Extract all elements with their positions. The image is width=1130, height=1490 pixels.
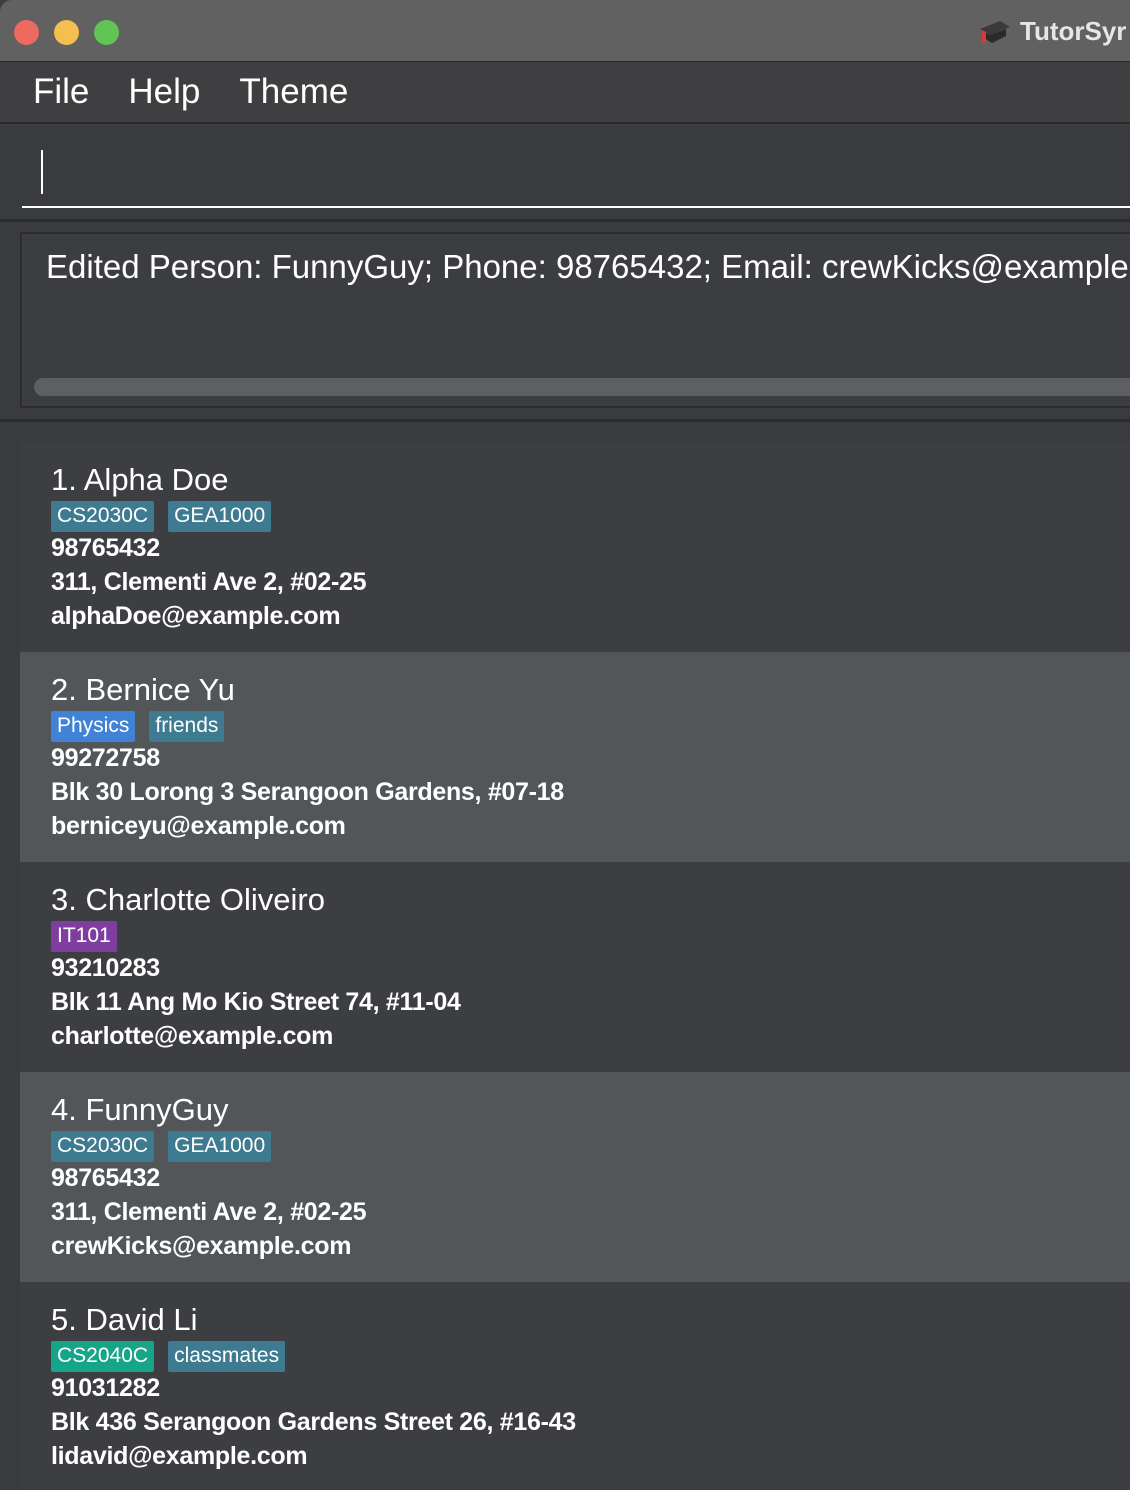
tag: GEA1000	[168, 1131, 272, 1162]
person-address: Blk 11 Ang Mo Kio Street 74, #11-04	[51, 988, 461, 1016]
person-email: alphaDoe@example.com	[51, 602, 341, 630]
minimize-window-button[interactable]	[54, 20, 79, 45]
command-input[interactable]	[22, 144, 1130, 208]
person-email: charlotte@example.com	[51, 1022, 334, 1050]
menu-file[interactable]: File	[33, 72, 89, 112]
person-name: 5. David Li	[51, 1302, 198, 1337]
tag-list: CS2030C GEA1000	[51, 1131, 285, 1162]
person-phone: 98765432	[51, 1164, 160, 1192]
person-list[interactable]: 1. Alpha Doe CS2030C GEA1000 98765432 31…	[0, 422, 1130, 1490]
person-name: 1. Alpha Doe	[51, 462, 229, 497]
window-title-group: TutorSyr	[978, 14, 1126, 48]
person-email: berniceyu@example.com	[51, 812, 346, 840]
person-address: Blk 30 Lorong 3 Serangoon Gardens, #07-1…	[51, 778, 564, 806]
person-address: 311, Clementi Ave 2, #02-25	[51, 568, 367, 596]
person-phone: 93210283	[51, 954, 160, 982]
tag: classmates	[168, 1341, 286, 1372]
app-window: TutorSyr File Help Theme Edited Person: …	[0, 0, 1130, 1490]
tag: Physics	[51, 711, 136, 742]
person-name: 3. Charlotte Oliveiro	[51, 882, 325, 917]
person-email: crewKicks@example.com	[51, 1232, 352, 1260]
result-message: Edited Person: FunnyGuy; Phone: 98765432…	[46, 248, 1130, 285]
tag-list: CS2030C GEA1000	[51, 501, 285, 532]
text-caret	[41, 150, 43, 194]
title-bar[interactable]: TutorSyr	[0, 0, 1130, 62]
menu-theme[interactable]: Theme	[239, 72, 348, 112]
person-phone: 98765432	[51, 534, 160, 562]
person-card[interactable]: 4. FunnyGuy CS2030C GEA1000 98765432 311…	[20, 1072, 1130, 1282]
person-email: lidavid@example.com	[51, 1442, 308, 1470]
person-phone: 91031282	[51, 1374, 160, 1402]
menu-help[interactable]: Help	[128, 72, 200, 112]
graduation-cap-icon	[980, 21, 1010, 44]
tag-list: CS2040C classmates	[51, 1341, 299, 1372]
person-name: 4. FunnyGuy	[51, 1092, 229, 1127]
person-card[interactable]: 5. David Li CS2040C classmates 91031282 …	[20, 1282, 1130, 1490]
person-phone: 99272758	[51, 744, 160, 772]
person-card[interactable]: 2. Bernice Yu Physics friends 99272758 B…	[20, 652, 1130, 862]
horizontal-scrollbar[interactable]	[34, 378, 1130, 396]
tag-list: Physics friends	[51, 711, 238, 742]
person-address: Blk 436 Serangoon Gardens Street 26, #16…	[51, 1408, 576, 1436]
person-card[interactable]: 3. Charlotte Oliveiro IT101 93210283 Blk…	[20, 862, 1130, 1072]
tag: friends	[149, 711, 225, 742]
tag: GEA1000	[168, 501, 272, 532]
tag: IT101	[51, 921, 117, 952]
command-box-area	[0, 126, 1130, 220]
result-display-area: Edited Person: FunnyGuy; Phone: 98765432…	[0, 222, 1130, 420]
maximize-window-button[interactable]	[94, 20, 119, 45]
person-name: 2. Bernice Yu	[51, 672, 235, 707]
menu-bar: File Help Theme	[0, 62, 1130, 124]
tag: CS2040C	[51, 1341, 155, 1372]
tag-list: IT101	[51, 921, 131, 952]
tag: CS2030C	[51, 501, 155, 532]
close-window-button[interactable]	[14, 20, 39, 45]
window-title: TutorSyr	[1020, 15, 1127, 46]
person-card[interactable]: 1. Alpha Doe CS2030C GEA1000 98765432 31…	[20, 442, 1130, 652]
person-address: 311, Clementi Ave 2, #02-25	[51, 1198, 367, 1226]
result-display[interactable]: Edited Person: FunnyGuy; Phone: 98765432…	[20, 232, 1130, 408]
tag: CS2030C	[51, 1131, 155, 1162]
